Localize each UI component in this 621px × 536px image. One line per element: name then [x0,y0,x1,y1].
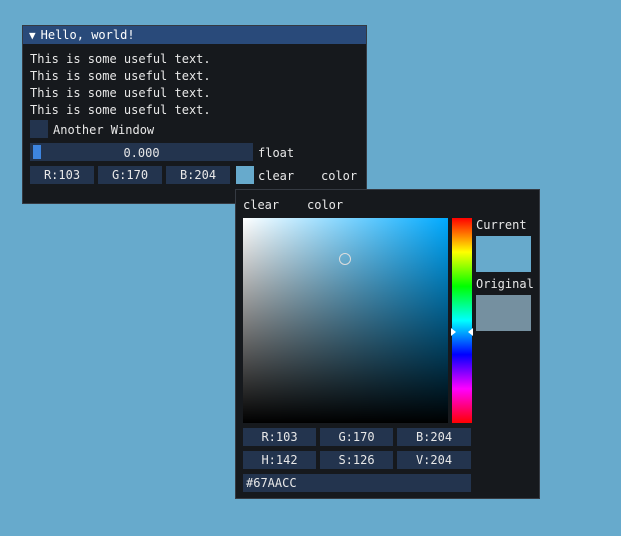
red-channel-field[interactable]: R:103 [30,166,94,184]
hello-window-titlebar[interactable]: ▼ Hello, world! [23,26,366,44]
hello-world-window[interactable]: ▼ Hello, world! This is some useful text… [22,25,367,204]
useful-text-line: This is some useful text. [30,103,211,117]
original-color-preview[interactable] [476,295,531,331]
collapse-triangle-icon[interactable]: ▼ [29,29,36,42]
picker-saturation-field[interactable]: S:126 [320,451,393,469]
clear-label: clear [258,169,295,183]
sv-cursor-icon[interactable] [339,253,351,265]
picker-red-field[interactable]: R:103 [243,428,316,446]
original-label: Original [476,277,534,291]
current-label: Current [476,218,527,232]
green-channel-field[interactable]: G:170 [98,166,162,184]
float-slider-label: float [258,146,295,160]
window-title: Hello, world! [40,28,135,42]
blue-channel-field[interactable]: B:204 [166,166,230,184]
useful-text-line: This is some useful text. [30,69,211,83]
hex-color-input[interactable]: #67AACC [243,474,471,492]
another-window-checkbox[interactable] [30,120,48,138]
picker-value-field[interactable]: V:204 [397,451,471,469]
clear-color-swatch[interactable] [236,166,254,184]
color-label: color [321,169,358,183]
color-picker-popup[interactable]: clear color Current Original R:103 G:170… [235,189,540,499]
slider-value: 0.000 [123,146,160,160]
picker-green-field[interactable]: G:170 [320,428,393,446]
hue-marker-left-icon [451,328,456,336]
picker-title-clear: clear [243,198,280,212]
hue-marker-right-icon [468,328,473,336]
current-color-preview [476,236,531,272]
picker-blue-field[interactable]: B:204 [397,428,471,446]
saturation-value-square[interactable] [243,218,448,423]
useful-text-line: This is some useful text. [30,86,211,100]
picker-title-color: color [307,198,344,212]
useful-text-line: This is some useful text. [30,52,211,66]
float-slider[interactable]: 0.000 [30,143,253,161]
picker-hue-field[interactable]: H:142 [243,451,316,469]
another-window-label[interactable]: Another Window [53,123,154,137]
hue-bar[interactable] [451,218,473,423]
